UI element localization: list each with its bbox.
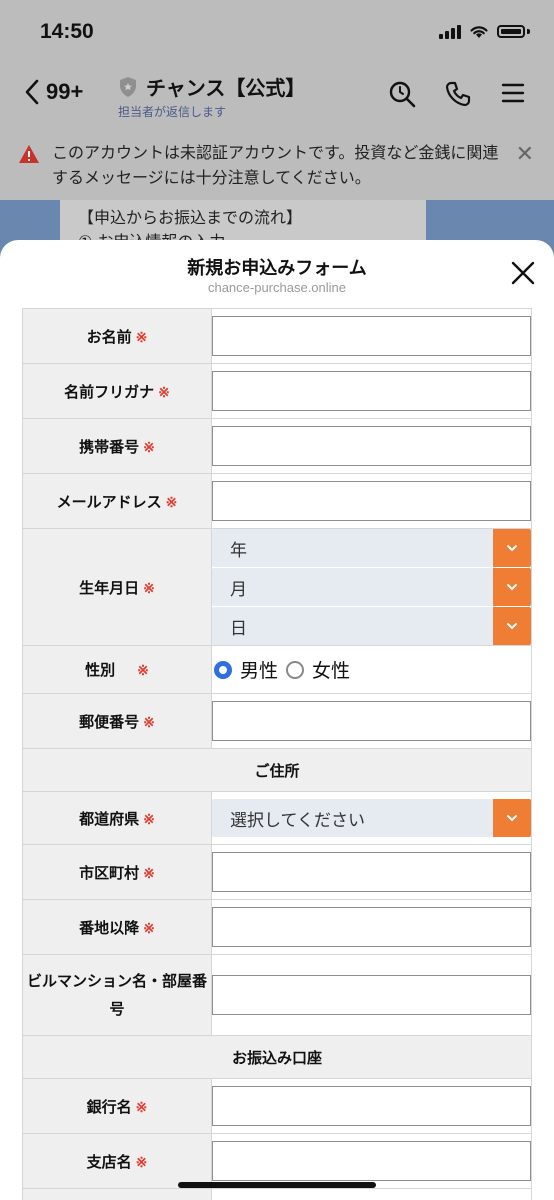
row-next: [22, 1188, 532, 1200]
required-mark: ※: [143, 920, 155, 937]
shield-icon: [120, 76, 136, 97]
gender-male-label[interactable]: 男性: [240, 656, 278, 683]
row-city: 市区町村 ※: [22, 844, 532, 900]
day-select-value: 日: [230, 618, 247, 639]
postal-input[interactable]: [212, 701, 531, 741]
month-select-value: 月: [230, 579, 247, 600]
chevron-down-icon: [507, 545, 517, 552]
close-icon[interactable]: [510, 260, 536, 286]
mobile-input[interactable]: [212, 426, 531, 466]
building-input[interactable]: [212, 975, 531, 1015]
row-street: 番地以降 ※: [22, 899, 532, 955]
warning-text: このアカウントは未認証アカウントです。投資など金銭に関連するメッセージには十分注…: [52, 143, 499, 187]
prefecture-select-value: 選択してください: [230, 810, 365, 831]
back-button[interactable]: 99+: [22, 78, 83, 106]
bank-section-heading: お振込み口座: [22, 1035, 532, 1079]
menu-icon[interactable]: [500, 80, 526, 106]
required-mark: ※: [135, 1154, 148, 1171]
unverified-warning: このアカウントは未認証アカウントです。投資など金銭に関連するメッセージには十分注…: [0, 132, 554, 200]
city-input[interactable]: [212, 852, 531, 892]
chat-title-block[interactable]: チャンス【公式】 担当者が返信します: [118, 72, 305, 120]
chat-title: チャンス【公式】: [146, 76, 306, 100]
row-bank-name: 銀行名 ※: [22, 1078, 532, 1134]
status-icons: [439, 24, 530, 39]
prefecture-select[interactable]: 選択してください: [212, 799, 531, 837]
row-furigana: 名前フリガナ ※: [22, 363, 532, 419]
label-name: お名前: [86, 327, 132, 346]
gender-female-radio[interactable]: [286, 660, 305, 679]
chat-header: 99+ チャンス【公式】 担当者が返信します: [0, 62, 554, 132]
modal-title: 新規お申込みフォーム: [187, 258, 367, 279]
chat-subtitle: 担当者が返信します: [118, 105, 227, 119]
row-email: メールアドレス ※: [22, 473, 532, 529]
required-mark: ※: [158, 384, 170, 401]
label-city: 市区町村: [79, 863, 140, 882]
gender-female-label[interactable]: 女性: [312, 656, 350, 683]
application-form: お名前 ※ 名前フリガナ ※ 携帯番号 ※ メールアドレス ※ 生年月日 ※ 年 月: [22, 308, 532, 1200]
required-mark: ※: [143, 580, 155, 597]
back-chevron-icon: [25, 79, 39, 105]
label-building: ビルマンション名・部屋番号: [27, 972, 208, 1018]
label-postal: 郵便番号: [79, 712, 140, 731]
search-icon[interactable]: [388, 80, 416, 108]
label-furigana: 名前フリガナ: [64, 382, 155, 401]
address-section-heading: ご住所: [22, 748, 532, 792]
row-prefecture: 都道府県 ※ 選択してください: [22, 791, 532, 845]
label-email: メールアドレス: [56, 492, 162, 511]
label-mobile: 携帯番号: [79, 437, 140, 456]
month-select[interactable]: 月: [212, 568, 531, 606]
row-address-section: ご住所: [22, 748, 532, 792]
signal-icon: [439, 24, 461, 39]
bank-name-input[interactable]: [212, 1086, 531, 1126]
label-prefecture: 都道府県: [79, 809, 140, 828]
unread-count: 99+: [46, 79, 84, 104]
application-form-sheet: 新規お申込みフォーム chance-purchase.online お名前 ※ 名…: [0, 240, 554, 1200]
row-gender: 性別 ※ 男性 女性: [22, 645, 532, 694]
year-select[interactable]: 年: [212, 529, 531, 567]
row-birthdate: 生年月日 ※ 年 月 日: [22, 528, 532, 646]
label-street: 番地以降: [79, 918, 140, 937]
row-branch-name: 支店名 ※: [22, 1133, 532, 1189]
bubble-line-1: 【申込からお振込までの流れ】: [78, 208, 303, 227]
row-mobile: 携帯番号 ※: [22, 418, 532, 474]
required-mark: ※: [143, 714, 155, 731]
row-postal: 郵便番号 ※: [22, 693, 532, 749]
name-input[interactable]: [212, 316, 531, 356]
required-mark: ※: [135, 1099, 148, 1116]
required-mark: ※: [165, 494, 178, 511]
phone-icon[interactable]: [444, 80, 472, 108]
label-gender: 性別: [85, 661, 116, 679]
status-time: 14:50: [40, 20, 94, 43]
label-branch-name: 支店名: [86, 1152, 132, 1171]
chevron-down-icon: [507, 623, 517, 630]
chevron-down-icon: [507, 584, 517, 591]
street-input[interactable]: [212, 907, 531, 947]
warning-icon: [19, 145, 39, 163]
modal-domain: chance-purchase.online: [207, 280, 347, 295]
required-mark: ※: [137, 663, 149, 679]
furigana-input[interactable]: [212, 371, 531, 411]
label-bank-name: 銀行名: [86, 1097, 132, 1116]
chevron-down-icon: [507, 815, 517, 822]
label-birthdate: 生年月日: [79, 578, 140, 597]
status-bar: 14:50: [0, 0, 554, 62]
required-mark: ※: [143, 811, 155, 828]
wifi-icon: [470, 26, 488, 38]
row-bank-section: お振込み口座: [22, 1035, 532, 1079]
required-mark: ※: [135, 329, 148, 346]
row-building: ビルマンション名・部屋番号: [22, 954, 532, 1036]
home-indicator: [178, 1182, 376, 1188]
required-mark: ※: [143, 865, 155, 882]
year-select-value: 年: [230, 540, 247, 561]
row-name: お名前 ※: [22, 308, 532, 364]
warning-close-icon[interactable]: ✕: [516, 142, 534, 167]
day-select[interactable]: 日: [212, 607, 531, 645]
email-input[interactable]: [212, 481, 531, 521]
branch-name-input[interactable]: [212, 1141, 531, 1181]
battery-icon: [497, 25, 525, 38]
gender-male-radio[interactable]: [214, 660, 232, 679]
required-mark: ※: [143, 439, 155, 456]
